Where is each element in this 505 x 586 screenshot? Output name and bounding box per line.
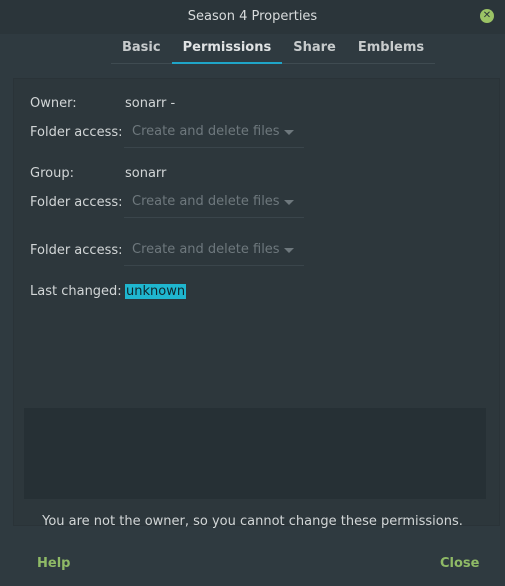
owner-folder-access-label: Folder access:	[30, 125, 123, 140]
owner-folder-access-combo[interactable]: Create and delete files	[124, 118, 304, 148]
tab-bar: Basic Permissions Share Emblems	[111, 38, 436, 64]
tab-emblems[interactable]: Emblems	[347, 38, 435, 62]
close-window-icon[interactable]: ✕	[480, 9, 494, 23]
last-changed-value-wrap: unknown	[125, 284, 187, 299]
close-button[interactable]: Close	[440, 556, 479, 571]
title-bar: Season 4 Properties ✕	[0, 0, 505, 34]
chevron-down-icon	[284, 248, 294, 253]
group-folder-access-label: Folder access:	[30, 195, 123, 210]
tab-basic[interactable]: Basic	[111, 38, 172, 62]
last-changed-value[interactable]: unknown	[125, 284, 187, 299]
owner-label: Owner:	[30, 96, 77, 111]
owner-folder-access-value: Create and delete files	[132, 124, 280, 139]
others-folder-access-combo[interactable]: Create and delete files	[124, 236, 304, 266]
others-folder-access-value: Create and delete files	[132, 242, 280, 257]
owner-value: sonarr -	[125, 96, 176, 111]
window-title: Season 4 Properties	[187, 9, 318, 24]
tab-share[interactable]: Share	[282, 38, 347, 62]
last-changed-label: Last changed:	[30, 284, 122, 299]
group-label: Group:	[30, 166, 74, 181]
group-folder-access-value: Create and delete files	[132, 194, 280, 209]
others-folder-access-label: Folder access:	[30, 243, 123, 258]
group-folder-access-combo[interactable]: Create and delete files	[124, 188, 304, 218]
help-button[interactable]: Help	[37, 556, 70, 571]
tab-permissions[interactable]: Permissions	[171, 38, 283, 64]
chevron-down-icon	[284, 130, 294, 135]
group-value: sonarr	[125, 166, 167, 181]
not-owner-notice: You are not the owner, so you cannot cha…	[42, 514, 463, 529]
security-context-box	[24, 408, 486, 499]
chevron-down-icon	[284, 200, 294, 205]
